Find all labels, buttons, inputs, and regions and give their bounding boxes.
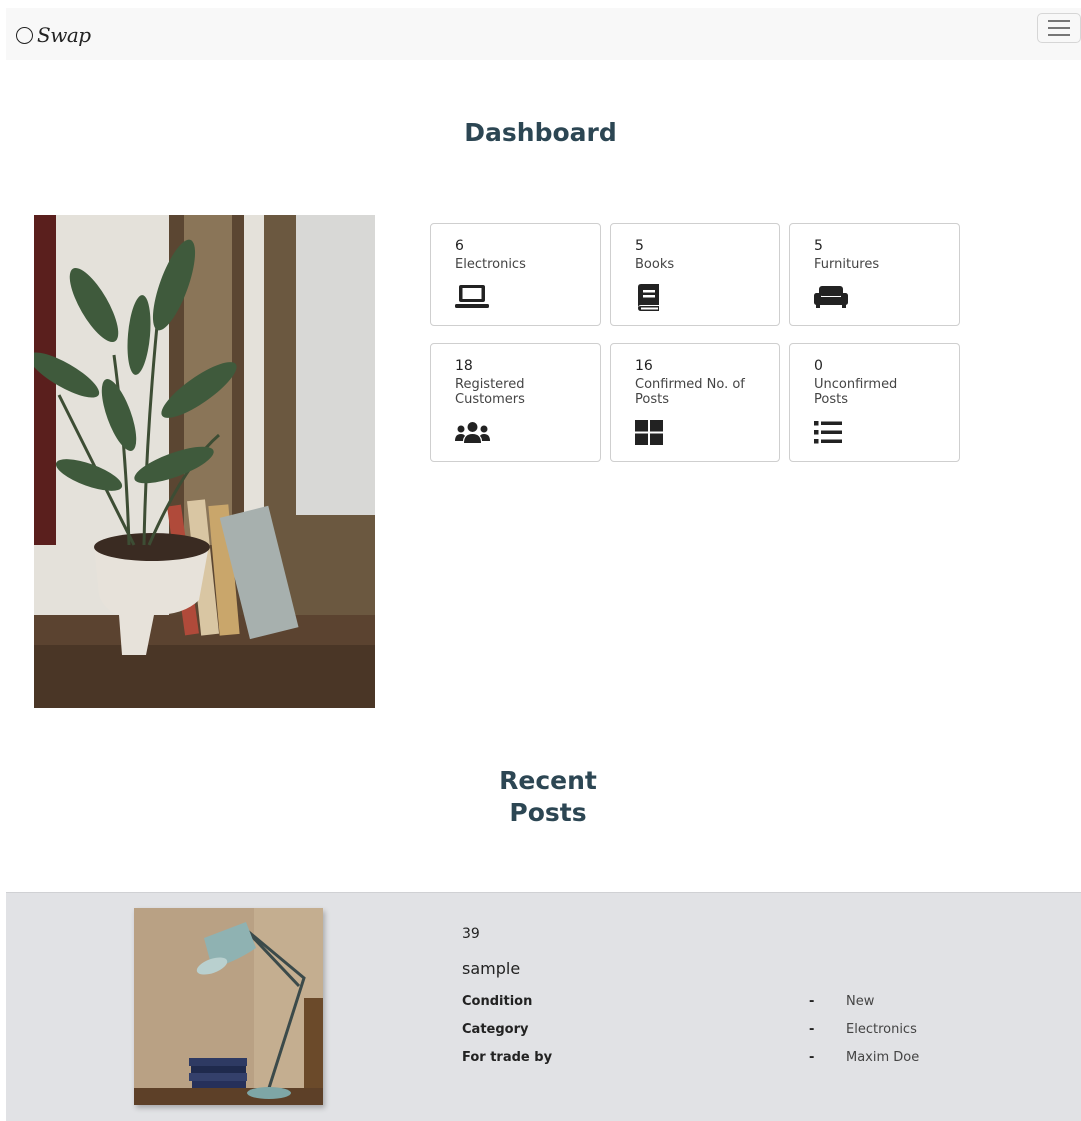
stat-card-furnitures[interactable]: 5 Furnitures [789,223,960,326]
stat-label: Confirmed No. of Posts [635,377,745,407]
page-title: Dashboard [464,118,617,147]
stat-label: Unconfirmed Posts [814,377,898,407]
couch-icon [814,286,848,308]
grid-icon [635,420,663,445]
plant-photo [34,215,375,708]
hamburger-menu-icon[interactable] [1037,13,1081,43]
recent-posts-title: Recent Posts [0,765,1081,829]
stat-value: 18 [455,358,473,374]
book-icon [638,284,659,311]
logo-ring-icon [16,26,33,44]
post-id: 39 [462,926,480,942]
stat-value: 16 [635,358,653,374]
stat-value: 0 [814,358,823,374]
stat-label: Registered Customers [455,377,525,407]
detail-key: For trade by [462,1050,553,1065]
stat-value: 5 [814,238,823,254]
recent-title-line2: Posts [509,798,587,827]
brand-name: Swap [37,23,91,47]
detail-key: Condition [462,994,533,1009]
brand-logo[interactable]: Swap [16,21,91,49]
recent-post-card[interactable]: 39 sample Condition - New Category - Ele… [6,892,1081,1121]
stat-value: 5 [635,238,644,254]
navbar: Swap [6,8,1081,60]
stat-card-unconfirmed-posts[interactable]: 0 Unconfirmed Posts [789,343,960,462]
detail-separator: - [809,1050,815,1065]
stat-value: 6 [455,238,464,254]
detail-row-category: Category - Electronics [462,1022,1081,1042]
detail-row-trader: For trade by - Maxim Doe [462,1050,1081,1070]
detail-row-condition: Condition - New [462,994,1081,1014]
stat-label: Books [635,257,675,272]
detail-separator: - [809,994,815,1009]
detail-key: Category [462,1022,529,1037]
list-icon [814,421,842,444]
recent-title-line1: Recent [499,766,597,795]
stat-label: Electronics [455,257,526,272]
stat-card-books[interactable]: 5 Books [610,223,780,326]
detail-value: Maxim Doe [846,1050,920,1065]
stat-card-electronics[interactable]: 6 Electronics [430,223,601,326]
users-icon [455,422,490,443]
post-photo[interactable] [134,908,323,1105]
post-title[interactable]: sample [462,959,520,978]
detail-value: Electronics [846,1022,917,1037]
stat-card-registered-customers[interactable]: 18 Registered Customers [430,343,601,462]
detail-separator: - [809,1022,815,1037]
detail-value: New [846,994,875,1009]
laptop-icon [455,285,489,308]
stat-card-confirmed-posts[interactable]: 16 Confirmed No. of Posts [610,343,780,462]
stat-label: Furnitures [814,257,880,272]
